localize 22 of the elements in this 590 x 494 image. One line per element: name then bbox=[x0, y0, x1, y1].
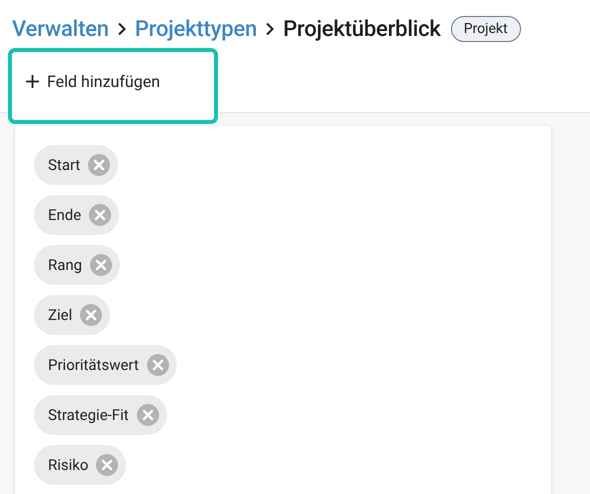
field-chip: Start bbox=[34, 145, 118, 185]
chevron-icon bbox=[265, 22, 276, 36]
field-chip: Rang bbox=[34, 245, 120, 285]
remove-icon[interactable] bbox=[90, 254, 112, 276]
add-field-button[interactable]: Feld hinzufügen bbox=[8, 48, 218, 124]
remove-icon[interactable] bbox=[89, 204, 112, 226]
field-chip: Prioritätswert bbox=[34, 345, 177, 385]
breadcrumb-link[interactable]: Projekttypen bbox=[134, 16, 258, 42]
type-badge: Projekt bbox=[450, 16, 521, 42]
plus-icon bbox=[26, 75, 39, 88]
remove-icon[interactable] bbox=[146, 354, 169, 376]
remove-icon[interactable] bbox=[136, 404, 159, 426]
chevron-icon bbox=[116, 22, 127, 36]
remove-icon[interactable] bbox=[80, 304, 102, 326]
field-chip: Risiko bbox=[34, 445, 126, 485]
field-chip: Ende bbox=[34, 195, 120, 235]
breadcrumb-link[interactable]: Verwalten bbox=[12, 16, 109, 42]
remove-icon[interactable] bbox=[96, 454, 118, 476]
field-chip: Strategie-Fit bbox=[34, 395, 167, 435]
page-title: Projektüberblick bbox=[283, 16, 441, 42]
remove-icon[interactable] bbox=[88, 154, 110, 176]
field-chip: Ziel bbox=[34, 295, 110, 335]
